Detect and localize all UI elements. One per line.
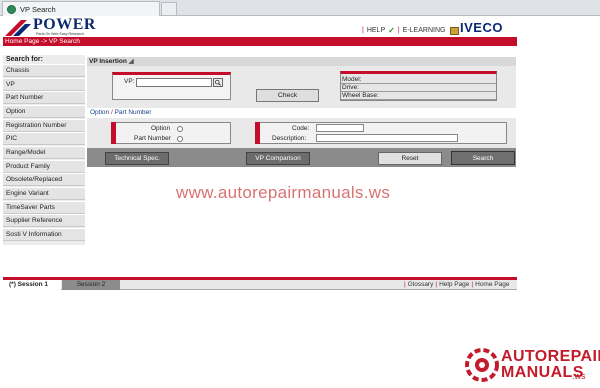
sidebar-item-pic[interactable]: PIC: [3, 132, 85, 145]
vp-label: VP:: [124, 78, 135, 85]
sidebar-item-supplier-reference[interactable]: Supplier Reference: [3, 214, 85, 227]
separator: |: [362, 27, 364, 34]
sidebar-item-range-model[interactable]: Range/Model: [3, 146, 85, 159]
part-number-title-text: Part Number: [114, 109, 152, 116]
model-label: Model:: [341, 76, 496, 84]
title-separator: /: [110, 109, 113, 116]
check-icon: ✓: [388, 26, 395, 35]
browser-tab[interactable]: VP Search: [2, 1, 160, 16]
sidebar-item-chassis[interactable]: Chassis: [3, 64, 85, 77]
part-number-radio-label: Part Number: [134, 135, 171, 142]
sidebar-item-vp[interactable]: VP: [3, 78, 85, 91]
tab-session-2[interactable]: Session 2: [62, 280, 120, 290]
sidebar-item-option[interactable]: Option: [3, 105, 85, 118]
sidebar-item-obsolete-replaced[interactable]: Obsolete/Replaced: [3, 173, 85, 186]
search-button[interactable]: Search: [451, 151, 515, 165]
sidebar-item-engine-variant[interactable]: Engine Variant: [3, 187, 85, 200]
separator: |: [397, 27, 400, 34]
tab-title: VP Search: [20, 4, 56, 14]
glossary-link[interactable]: Glossary: [408, 281, 434, 288]
separator: |: [404, 281, 406, 288]
description-label: Description:: [272, 135, 307, 142]
option-radio[interactable]: [177, 126, 183, 132]
book-icon[interactable]: [450, 26, 460, 35]
code-input[interactable]: [316, 124, 364, 132]
separator: |: [471, 281, 474, 288]
elearning-link[interactable]: E-LEARNING: [403, 27, 446, 34]
autorepair-logo-icon: [465, 348, 499, 382]
separator: |: [435, 281, 438, 288]
power-logo-icon: [5, 20, 31, 36]
sidebar-item-product-family[interactable]: Product Family: [3, 160, 85, 173]
help-link[interactable]: HELP: [367, 27, 385, 34]
wheel-base-label: Wheel Base:: [341, 92, 496, 100]
search-icon[interactable]: [213, 78, 223, 87]
part-number-radio[interactable]: [177, 136, 183, 142]
tab-session-1[interactable]: (*) Session 1: [3, 280, 61, 290]
option-title-text: Option: [90, 109, 110, 116]
vp-input[interactable]: [136, 78, 212, 87]
sidebar-item-registration-number[interactable]: Registration Number: [3, 119, 85, 132]
box-accent: [255, 122, 260, 144]
sidebar-item-sosti-v-information[interactable]: Sosti V Information: [3, 228, 85, 241]
watermark: www.autorepairmanuals.ws: [176, 183, 391, 202]
vp-insertion-title-text: VP Insertion: [89, 58, 127, 65]
vp-comparison-button[interactable]: VP Comparison: [246, 152, 310, 165]
reset-button[interactable]: Reset: [378, 152, 442, 165]
search-type-box: [111, 122, 231, 144]
footer-links: | Glossary | Help Page | Home Page: [404, 281, 509, 288]
breadcrumb[interactable]: Home Page -> VP Search: [3, 37, 517, 46]
new-tab-button[interactable]: [161, 2, 177, 15]
option-radio-label: Option: [151, 125, 171, 132]
vp-insertion-title: VP Insertion ◢: [87, 57, 516, 66]
code-label: Code:: [292, 125, 310, 132]
sidebar-heading: Search for:: [6, 56, 43, 63]
home-page-link[interactable]: Home Page: [475, 281, 509, 288]
check-button[interactable]: Check: [256, 89, 319, 102]
top-links: | HELP ✓ | E-LEARNING: [362, 26, 460, 35]
sidebar-item-timesaver-parts[interactable]: TimeSaver Parts: [3, 201, 85, 214]
sidebar-item-part-number[interactable]: Part Number: [3, 91, 85, 104]
iveco-logo: IVECO: [460, 20, 503, 35]
description-input[interactable]: [316, 134, 458, 142]
technical-spec-button[interactable]: Technical Spec.: [105, 152, 169, 165]
brand-tagline: Parts On Web Easy Research: [36, 32, 84, 36]
box-accent: [111, 122, 116, 144]
help-page-link[interactable]: Help Page: [439, 281, 469, 288]
drive-label: Drive:: [341, 84, 496, 92]
ie-icon: [7, 4, 16, 14]
corner-logo-suffix: .ws: [572, 371, 586, 381]
corner-arrow-icon: ◢: [128, 58, 134, 65]
option-part-title: Option / Part Number: [90, 109, 151, 116]
